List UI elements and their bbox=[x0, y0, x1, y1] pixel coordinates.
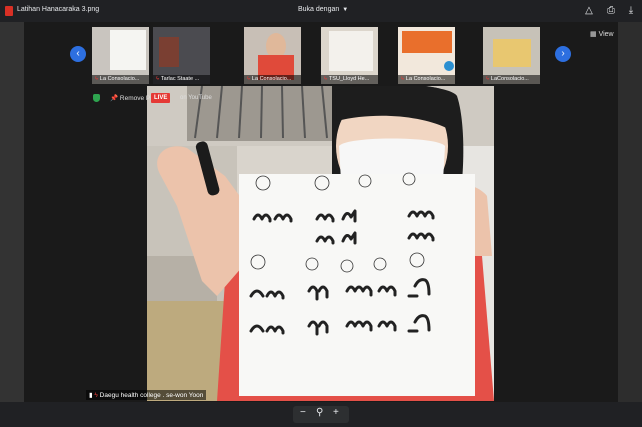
zoom-controls: − ⚲ + bbox=[293, 406, 349, 423]
add-to-drive-icon[interactable]: △ bbox=[582, 4, 596, 18]
muted-mic-icon: ϟ bbox=[94, 392, 98, 399]
zoom-in-button[interactable]: + bbox=[333, 407, 339, 418]
participant-thumbnail[interactable]: ϟ La Consolacio... bbox=[398, 27, 455, 84]
zoom-magnifier-icon[interactable]: ⚲ bbox=[316, 407, 323, 418]
participant-name: ϟ La Consolacio... bbox=[92, 75, 149, 84]
speaker-video-frame bbox=[147, 86, 494, 401]
muted-mic-icon: ϟ bbox=[401, 76, 404, 82]
muted-mic-icon: ϟ bbox=[486, 76, 489, 82]
participant-name: ϟ LaConsolacio... bbox=[483, 75, 540, 84]
view-label: View bbox=[598, 31, 614, 38]
participant-thumbnail[interactable]: ϟ La Consolacio... bbox=[92, 27, 149, 84]
participant-name: ϟ La Consolacio... bbox=[244, 75, 301, 84]
signal-bars-icon: ▮ bbox=[89, 392, 93, 399]
muted-mic-icon: ϟ bbox=[324, 76, 327, 82]
chevron-down-icon: ▼ bbox=[342, 7, 349, 13]
participant-thumbnail[interactable]: ϟ La Consolacio... bbox=[244, 27, 301, 84]
view-button[interactable]: ▦ View bbox=[590, 30, 614, 38]
open-with-label: Buka dengan bbox=[298, 6, 340, 13]
muted-mic-icon: ϟ bbox=[247, 76, 250, 82]
remove-pin-label: Remove Pin bbox=[119, 95, 156, 102]
participant-name: ϟ La Consolacio... bbox=[398, 75, 455, 84]
muted-mic-icon: ϟ bbox=[156, 76, 159, 82]
main-video bbox=[147, 86, 494, 401]
participant-thumbnail[interactable]: ϟ Tarlac Staate ... bbox=[153, 27, 210, 84]
pin-icon: 📌 bbox=[110, 95, 119, 102]
background-page-right bbox=[618, 22, 642, 402]
file-title: Latihan Hanacaraka 3.png bbox=[17, 6, 100, 13]
live-platform: on YouTube bbox=[180, 95, 212, 101]
speaker-name-label: ▮ ϟ Daegu health college . se-won Yoon bbox=[86, 390, 207, 400]
zoom-out-button[interactable]: − bbox=[300, 407, 306, 418]
live-badge[interactable]: LIVE bbox=[151, 93, 171, 103]
previous-arrow-button[interactable]: ‹ bbox=[70, 46, 86, 62]
muted-mic-icon: ϟ bbox=[95, 76, 98, 82]
viewer-topbar: Latihan Hanacaraka 3.png Buka dengan ▼ △ … bbox=[0, 0, 642, 22]
open-with-button[interactable]: Buka dengan ▼ bbox=[298, 6, 348, 13]
participant-name: ϟ Tarlac Staate ... bbox=[153, 75, 210, 84]
download-icon[interactable]: ⤓ bbox=[624, 4, 638, 18]
grid-icon: ▦ bbox=[590, 31, 599, 38]
background-page-left bbox=[0, 22, 24, 402]
next-arrow-button[interactable]: › bbox=[555, 46, 571, 62]
print-icon[interactable]: ⎙ bbox=[604, 4, 618, 18]
participant-thumbnail[interactable]: ϟ LaConsolacio... bbox=[483, 27, 540, 84]
remove-pin-button[interactable]: 📌 Remove Pin bbox=[110, 94, 155, 102]
security-shield-icon bbox=[93, 94, 100, 102]
participant-name: ϟ TSU_Lloyd He... bbox=[321, 75, 378, 84]
participant-thumbnail[interactable]: ϟ TSU_Lloyd He... bbox=[321, 27, 378, 84]
image-file-icon bbox=[5, 6, 13, 16]
